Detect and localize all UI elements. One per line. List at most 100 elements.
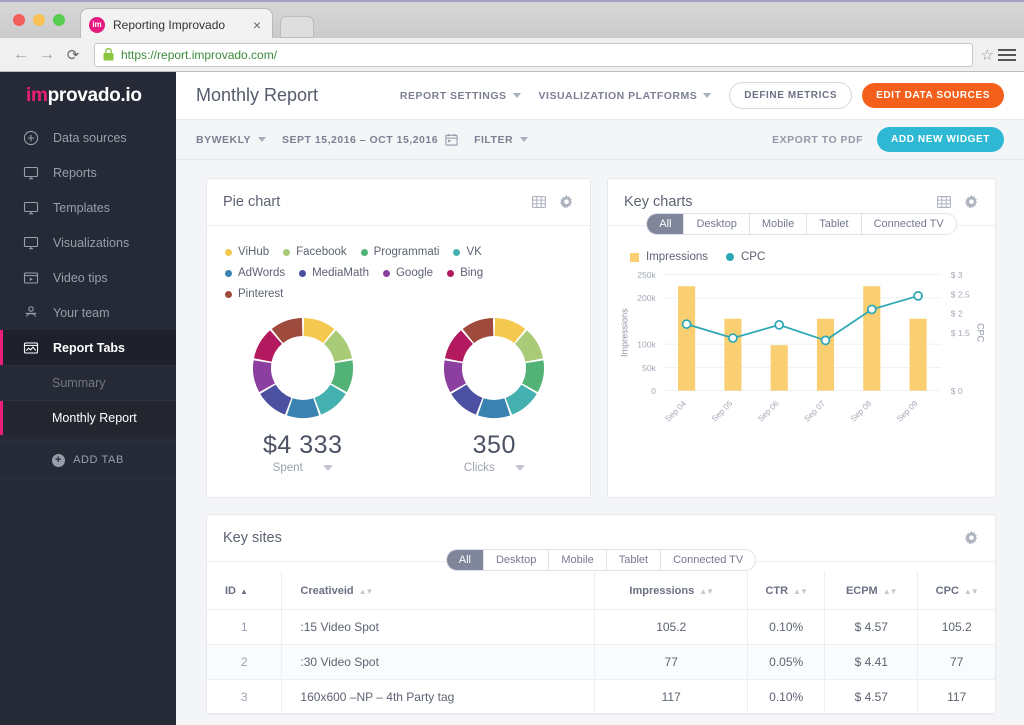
svg-text:Sep 07: Sep 07	[802, 399, 827, 424]
pie-legend-item[interactable]: Bing	[447, 267, 483, 279]
pie-chart-header: Pie chart	[207, 179, 590, 226]
forward-icon[interactable]: →	[34, 42, 60, 68]
reload-icon[interactable]: ⟳	[60, 42, 86, 68]
chart-legend-item[interactable]: CPC	[726, 251, 765, 263]
url-bar[interactable]: https://report.improvado.com/	[94, 43, 973, 67]
table-header-id[interactable]: ID▲	[207, 571, 282, 610]
define-metrics-button[interactable]: DEFINE METRICS	[729, 82, 852, 109]
tab-desktop[interactable]: Desktop	[484, 550, 549, 570]
tab-connected-tv[interactable]: Connected TV	[661, 550, 755, 570]
sidebar-subitem-label: Monthly Report	[52, 411, 137, 425]
table-header: ID▲Creativeid▲▼Impressions▲▼CTR▲▼ECPM▲▼C…	[207, 571, 995, 610]
tab-tablet[interactable]: Tablet	[607, 550, 661, 570]
tab-desktop[interactable]: Desktop	[684, 214, 749, 234]
table-row[interactable]: 1:15 Video Spot105.20.10%$ 4.57105.2	[207, 610, 995, 645]
chart-legend-item[interactable]: Impressions	[630, 251, 708, 263]
pie-legend-item[interactable]: AdWords	[225, 267, 285, 279]
table-row[interactable]: 3160x600 –NP – 4th Party tag1170.10%$ 4.…	[207, 680, 995, 715]
dashboard-content: Pie chart	[176, 160, 1024, 725]
pie-legend-item[interactable]: VK	[453, 246, 481, 258]
sidebar-item-summary[interactable]: Summary	[0, 365, 176, 400]
sidebar-item-templates[interactable]: Templates	[0, 190, 176, 225]
donut-metric-selector[interactable]: Clicks	[442, 462, 546, 474]
sidebar-item-data-sources[interactable]: Data sources	[0, 120, 176, 155]
table-cell-ctr: 0.10%	[748, 610, 825, 645]
gear-icon[interactable]	[964, 195, 979, 210]
table-cell-impressions: 117	[595, 680, 748, 715]
monitor-icon	[22, 234, 39, 251]
sidebar-item-your-team[interactable]: Your team	[0, 295, 176, 330]
sidebar-item-report-tabs[interactable]: Report Tabs	[0, 330, 176, 365]
grid-icon[interactable]	[937, 195, 951, 209]
table-cell-ctr: 0.05%	[748, 645, 825, 680]
back-icon[interactable]: ←	[8, 42, 34, 68]
tab-all[interactable]: All	[447, 550, 484, 570]
add-tab-button[interactable]: + ADD TAB	[0, 441, 176, 479]
table-header-impressions[interactable]: Impressions ▲▼	[595, 571, 748, 610]
table-header-ecpm[interactable]: ECPM▲▼	[825, 571, 918, 610]
close-icon[interactable]: ×	[250, 18, 264, 32]
filter-selector[interactable]: FILTER	[474, 134, 528, 146]
maximize-window-button[interactable]	[53, 14, 65, 26]
app-logo[interactable]: improvado.io	[0, 72, 176, 120]
add-tab-label: ADD TAB	[73, 454, 124, 466]
gear-icon[interactable]	[964, 531, 979, 546]
table-cell-id: 2	[207, 645, 282, 680]
key-charts-svg: 050k100k200k250k$ 0$ 1.5$ 2$ 2.5$ 3Sep 0…	[614, 267, 985, 436]
table-row[interactable]: 2:30 Video Spot770.05%$ 4.4177	[207, 645, 995, 680]
pie-legend-item[interactable]: ViHub	[225, 246, 269, 258]
sidebar-item-reports[interactable]: Reports	[0, 155, 176, 190]
tab-connected-tv[interactable]: Connected TV	[862, 214, 956, 234]
tab-mobile[interactable]: Mobile	[549, 550, 606, 570]
minimize-window-button[interactable]	[33, 14, 45, 26]
gear-icon[interactable]	[559, 195, 574, 210]
table-header-ctr[interactable]: CTR▲▼	[748, 571, 825, 610]
hamburger-menu-icon[interactable]	[998, 49, 1016, 61]
pie-legend-item[interactable]: Google	[383, 267, 433, 279]
donut-total: $4 333	[251, 431, 355, 460]
column-label: Impressions	[629, 585, 694, 597]
tab-mobile[interactable]: Mobile	[750, 214, 807, 234]
page-header: Monthly Report REPORT SETTINGS VISUALIZA…	[176, 72, 1024, 120]
sort-arrows-icon[interactable]: ▲▼	[359, 587, 373, 596]
legend-label: Facebook	[296, 246, 347, 258]
close-window-button[interactable]	[13, 14, 25, 26]
sidebar-item-video-tips[interactable]: Video tips	[0, 260, 176, 295]
pie-legend-item[interactable]: Pinterest	[225, 288, 283, 300]
sort-arrows-icon[interactable]: ▲▼	[699, 587, 713, 596]
sort-arrows-icon[interactable]: ▲▼	[964, 587, 978, 596]
export-to-pdf-button[interactable]: EXPORT TO PDF	[772, 134, 863, 146]
sort-arrows-icon[interactable]: ▲▼	[883, 587, 897, 596]
table-header-cpc[interactable]: CPC▲▼	[918, 571, 995, 610]
donut-metric-selector[interactable]: Spent	[251, 462, 355, 474]
tab-all[interactable]: All	[647, 214, 684, 234]
grid-icon[interactable]	[532, 195, 546, 209]
tab-tablet[interactable]: Tablet	[807, 214, 861, 234]
add-new-widget-button[interactable]: ADD NEW WIDGET	[877, 127, 1004, 152]
browser-tab[interactable]: im Reporting Improvado ×	[80, 8, 273, 40]
svg-text:0: 0	[651, 386, 656, 396]
page-title: Monthly Report	[196, 85, 400, 106]
period-selector[interactable]: BYWEKLY	[196, 134, 266, 146]
donut-charts: $4 333Spent350Clicks	[207, 316, 590, 474]
bookmark-star-icon[interactable]: ☆	[981, 46, 998, 64]
edit-data-sources-button[interactable]: EDIT DATA SOURCES	[862, 83, 1004, 108]
tab: AllDesktopMobileTabletConnected TV	[646, 213, 956, 235]
pie-legend-item[interactable]: MediaMath	[299, 267, 369, 279]
svg-text:Impressions: Impressions	[619, 308, 629, 357]
svg-text:Sep 06: Sep 06	[756, 399, 781, 424]
visualization-platforms-menu[interactable]: VISUALIZATION PLATFORMS	[539, 90, 712, 102]
legend-color-dot	[299, 270, 306, 277]
sidebar-item-visualizations[interactable]: Visualizations	[0, 225, 176, 260]
sort-asc-icon[interactable]: ▲	[240, 587, 248, 596]
pie-legend-item[interactable]: Programmati	[361, 246, 440, 258]
table-header-creativeid[interactable]: Creativeid▲▼	[282, 571, 595, 610]
new-tab-button[interactable]	[280, 16, 314, 38]
table-cell-ecpm: $ 4.57	[825, 610, 918, 645]
pie-legend-item[interactable]: Facebook	[283, 246, 347, 258]
sidebar-item-monthly-report[interactable]: Monthly Report	[0, 400, 176, 435]
date-range-selector[interactable]: SEPT 15,2016 – OCT 15,2016	[282, 133, 458, 146]
report-settings-menu[interactable]: REPORT SETTINGS	[400, 90, 521, 102]
sort-arrows-icon[interactable]: ▲▼	[793, 587, 807, 596]
svg-text:100k: 100k	[637, 340, 656, 350]
